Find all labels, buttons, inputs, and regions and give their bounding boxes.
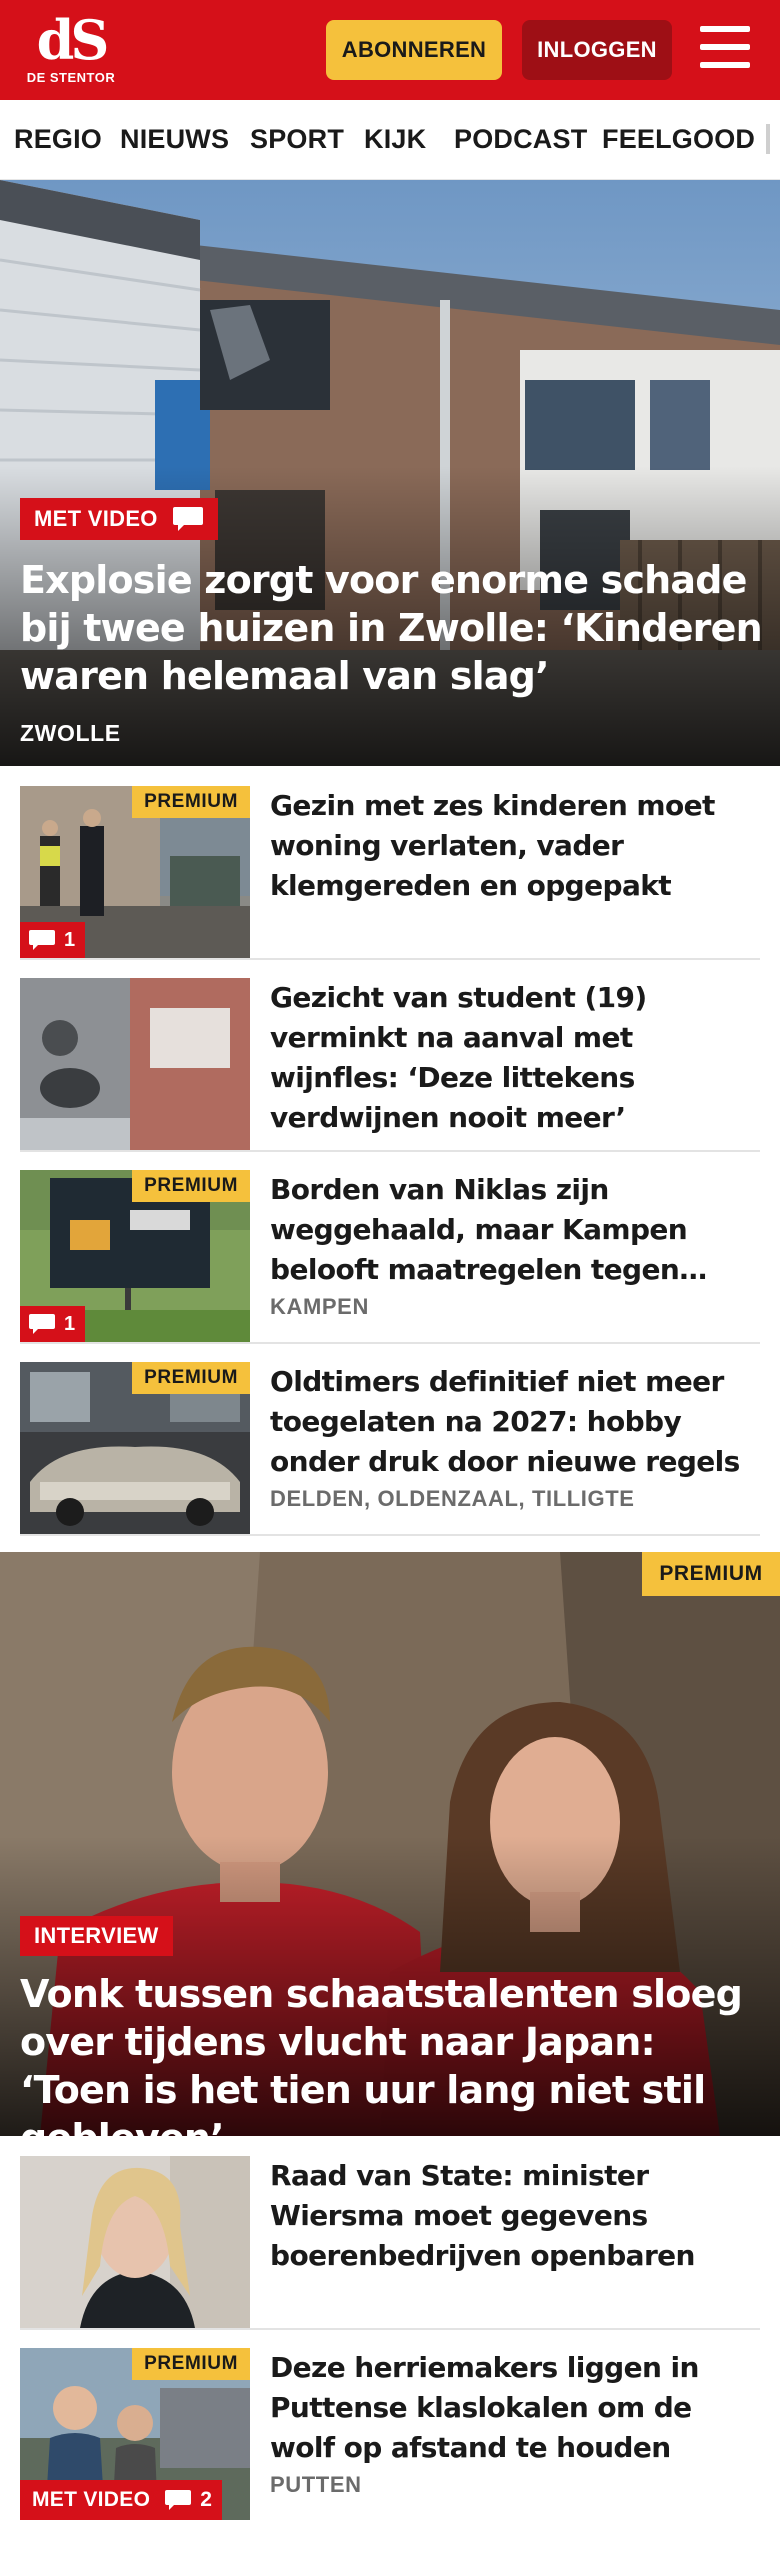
logo-text: DE STENTOR [26, 70, 116, 85]
article-card[interactable]: PREMIUM MET VIDEO 2 Deze herriemakers li… [20, 2348, 760, 2522]
hero-place: ZWOLLE [20, 720, 121, 746]
article-card[interactable]: Gezicht van student (19) verminkt na aan… [20, 978, 760, 1152]
premium-badge: PREMIUM [642, 1552, 780, 1596]
article-title[interactable]: Borden van Niklas zijn weggehaald, maar … [270, 1170, 760, 1290]
nav-item-podcast[interactable]: PODCAST [454, 124, 587, 155]
hero-title[interactable]: Explosie zorgt voor enorme schade bij tw… [20, 556, 765, 700]
comment-icon [28, 929, 56, 951]
comment-count-badge: 1 [20, 922, 86, 958]
article-place: PUTTEN [270, 2472, 362, 2497]
top-bar: dS DE STENTOR ABONNEREN INLOGGEN [0, 0, 780, 100]
article-thumbnail: PREMIUM [20, 1362, 250, 1534]
hamburger-menu-icon[interactable] [700, 26, 752, 72]
nav-item-nieuws[interactable]: NIEUWS [120, 124, 229, 155]
article-title[interactable]: Raad van State: minister Wiersma moet ge… [270, 2156, 760, 2276]
premium-badge: PREMIUM [132, 786, 250, 818]
article-title[interactable]: Gezicht van student (19) verminkt na aan… [270, 978, 760, 1138]
article-card[interactable]: PREMIUM 1 Gezin met zes kinderen moet wo… [20, 786, 760, 960]
video-tag: MET VIDEO [20, 498, 218, 540]
logo-mark: dS [36, 8, 110, 72]
article-thumbnail: PREMIUM 1 [20, 786, 250, 958]
hero-title[interactable]: Vonk tussen schaatstalenten sloeg over t… [20, 1970, 765, 2136]
article-card[interactable]: Raad van State: minister Wiersma moet ge… [20, 2156, 760, 2330]
section-nav: REGIO NIEUWS SPORT KIJK PODCAST FEELGOOD [0, 100, 780, 180]
comment-count: 2 [200, 2488, 213, 2511]
nav-item-feelgood[interactable]: FEELGOOD [602, 124, 755, 155]
comment-icon [28, 1313, 56, 1335]
login-button[interactable]: INLOGGEN [522, 20, 672, 80]
comment-icon [164, 2489, 192, 2511]
article-thumbnail: PREMIUM MET VIDEO 2 [20, 2348, 250, 2520]
video-badge-label: MET VIDEO [32, 2488, 151, 2511]
article-title[interactable]: Oldtimers definitief niet meer toegelate… [270, 1362, 760, 1482]
comment-count-badge: 1 [20, 1306, 86, 1342]
comment-count: 1 [64, 928, 76, 951]
comment-icon [172, 506, 204, 532]
video-tag-label: MET VIDEO [34, 506, 158, 531]
premium-badge: PREMIUM [132, 2348, 250, 2380]
nav-overflow-indicator [766, 124, 770, 154]
article-card[interactable]: PREMIUM 1 Borden van Niklas zijn weggeha… [20, 1170, 760, 1344]
premium-badge: PREMIUM [132, 1170, 250, 1202]
article-thumbnail: PREMIUM 1 [20, 1170, 250, 1342]
site-logo[interactable]: dS DE STENTOR [26, 12, 116, 92]
article-place: KAMPEN [270, 1294, 369, 1319]
nav-item-regio[interactable]: REGIO [14, 124, 102, 155]
premium-badge: PREMIUM [132, 1362, 250, 1394]
nav-item-sport[interactable]: SPORT [250, 124, 344, 155]
hero-article-explosion[interactable]: MET VIDEO Explosie zorgt voor enorme sch… [0, 180, 780, 766]
interview-tag: INTERVIEW [20, 1916, 173, 1956]
hero-article-skaters[interactable]: PREMIUM INTERVIEW Vonk tussen schaatstal… [0, 1552, 780, 2136]
article-thumbnail [20, 978, 250, 1150]
comment-count: 1 [64, 1312, 76, 1335]
article-title[interactable]: Deze herriemakers liggen in Puttense kla… [270, 2348, 760, 2468]
nav-item-kijk[interactable]: KIJK [364, 124, 426, 155]
article-title[interactable]: Gezin met zes kinderen moet woning verla… [270, 786, 760, 906]
article-card[interactable]: PREMIUM Oldtimers definitief niet meer t… [20, 1362, 760, 1536]
video-badge: MET VIDEO 2 [20, 2480, 223, 2520]
subscribe-button[interactable]: ABONNEREN [326, 20, 502, 80]
interview-tag-label: INTERVIEW [34, 1923, 159, 1948]
article-place: DELDEN, OLDENZAAL, TILLIGTE [270, 1486, 635, 1511]
article-thumbnail [20, 2156, 250, 2328]
